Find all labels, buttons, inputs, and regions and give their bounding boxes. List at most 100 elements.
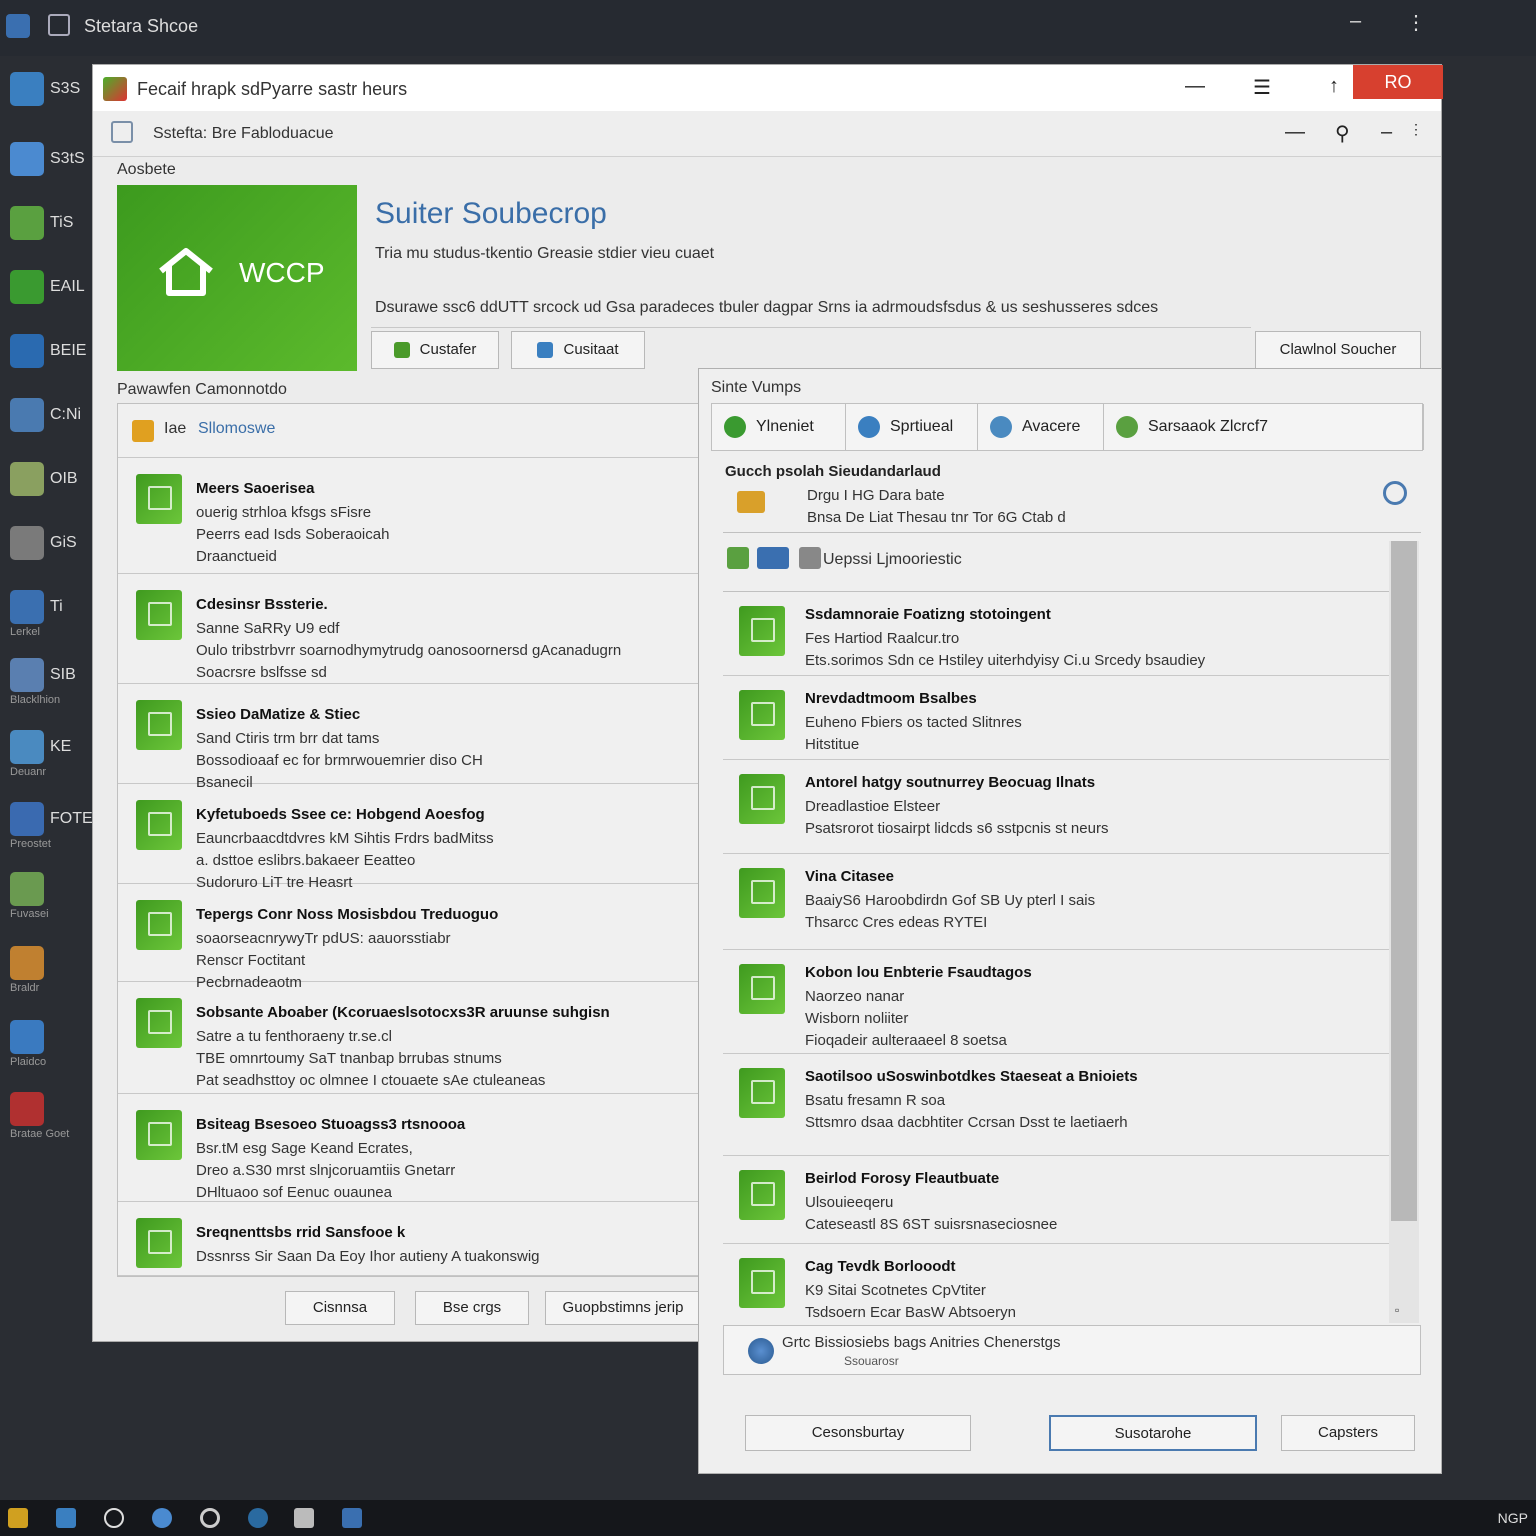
refresh-icon[interactable]	[1383, 481, 1407, 505]
list-item-line: Renscr Foctitant	[196, 952, 306, 969]
dialog-footer-button[interactable]: Susotarohe	[1049, 1415, 1257, 1451]
browser-icon[interactable]	[152, 1508, 172, 1528]
more-icon[interactable]: ⋮	[1409, 121, 1423, 138]
app-launcher-icon[interactable]	[6, 14, 30, 38]
minimize-button[interactable]: —	[1185, 75, 1205, 98]
desktop-icon-label: SIB	[50, 666, 76, 683]
status-line-1: Grtc Bissiosiebs bags Anitries Chenerstg…	[782, 1334, 1061, 1351]
desktop-icon-label: EAIL	[50, 278, 85, 295]
desktop-icon-label: C:Ni	[50, 406, 82, 423]
search-icon[interactable]: ⚲	[1335, 121, 1350, 146]
desktop-app-icon	[10, 142, 44, 176]
window-icon[interactable]	[48, 14, 70, 36]
download-button[interactable]: Clawlnol Soucher	[1255, 331, 1421, 369]
sub-toolbar-label: Sstefta: Bre Fabloduacue	[153, 125, 334, 142]
settings-icon[interactable]	[342, 1508, 362, 1528]
component-item[interactable]: Beirlod Forosy Fleautbuate Ulsouieeqeru Ca…	[723, 1156, 1389, 1244]
list-item[interactable]: Meers Saoerisea ouerig strhloa kfsgs sFis…	[118, 458, 706, 574]
component-item[interactable]: Nrevdadtmoom Bsalbes Euheno Fbiers os tac…	[723, 676, 1389, 760]
desktop-app-icon	[10, 398, 44, 432]
chrome-icon[interactable]	[200, 1508, 220, 1528]
menu-icon[interactable]: ☰	[1253, 75, 1271, 100]
component-item[interactable]: Ssdamnoraie Foatizng stotoingent Fes Hart…	[723, 592, 1389, 676]
product-subtitle: Tria mu studus-tkentio Greasie stdier vi…	[375, 245, 715, 262]
view-icon[interactable]	[757, 547, 789, 569]
customize-button[interactable]: Custafer	[371, 331, 499, 369]
list-item[interactable]: Sobsante Aboaber (Kcoruaeslsotocxs3R aru…	[118, 982, 706, 1094]
desktop-icon[interactable]: Plaidco	[4, 1014, 90, 1070]
dialog-footer-button[interactable]: Capsters	[1281, 1415, 1415, 1451]
filter-icon[interactable]	[727, 547, 749, 569]
globe-taskbar-icon[interactable]	[248, 1508, 268, 1528]
list-item-line: Soacrsre bslfsse sd	[196, 664, 327, 681]
desktop-icon-sublabel: Fuvasei	[10, 908, 49, 920]
desktop-icon[interactable]: Bratae Goet	[4, 1086, 90, 1142]
notes-icon[interactable]	[294, 1508, 314, 1528]
desktop-icon-sublabel: Braldr	[10, 982, 40, 994]
desktop-icon-label: GiS	[50, 534, 77, 551]
tab[interactable]: Avacere	[978, 404, 1104, 450]
minus-icon[interactable]: –	[1381, 121, 1392, 144]
files-icon[interactable]	[56, 1508, 76, 1528]
package-icon	[136, 800, 182, 850]
list-item-title: Sreqnenttsbs rrid Sansfooe k	[196, 1224, 406, 1241]
package-icon	[136, 1218, 182, 1268]
tab[interactable]: Sprtiueal	[846, 404, 978, 450]
tab-label: Sarsaaok Zlcrcf7	[1148, 418, 1269, 435]
desktop-icon[interactable]: Braldr	[4, 940, 90, 996]
list-item[interactable]: Sreqnenttsbs rrid Sansfooe k Dssnrss Sir …	[118, 1202, 706, 1276]
list-item[interactable]: Cdesinsr Bssterie. Sanne SaRRy U9 edf Oulo…	[118, 574, 706, 684]
scroll-down-icon[interactable]: ▫	[1395, 1303, 1399, 1317]
component-line: Naorzeo nanar	[805, 988, 905, 1005]
config-label: Cusitaat	[563, 341, 619, 358]
scrollbar[interactable]: ▫	[1389, 541, 1419, 1323]
component-item[interactable]: Antorel hatgy soutnurrey Beocuag Ilnats D…	[723, 760, 1389, 854]
sub-toolbar: Sstefta: Bre Fabloduacue — ⚲ – ⋮	[93, 111, 1441, 157]
desktop-icon[interactable]: FOTE Preostet	[4, 796, 93, 852]
tab[interactable]: Sarsaaok Zlcrcf7	[1104, 404, 1424, 450]
desktop-icon[interactable]: Ti Lerkel	[4, 584, 90, 640]
list-header-b[interactable]: Sllomoswe	[198, 420, 275, 438]
component-item[interactable]: Vina Citasee BaaiyS6 Haroobdirdn Gof SB U…	[723, 854, 1389, 950]
tab[interactable]: Ylneniet	[712, 404, 846, 450]
list-item[interactable]: Bsiteag Bsesoeo Stuoagss3 rtsnoooa Bsr.tM…	[118, 1094, 706, 1202]
desktop-icon[interactable]: BEIE	[4, 328, 90, 384]
desktop-icon[interactable]: Fuvasei	[4, 866, 90, 922]
desktop-icon[interactable]: OIB	[4, 456, 90, 512]
close-button[interactable]: RO	[1353, 65, 1443, 99]
component-line: Hitstitue	[805, 736, 860, 753]
sort-icon[interactable]	[799, 547, 821, 569]
component-item[interactable]: Kobon lou Enbterie Fsaudtagos Naorzeo nan…	[723, 950, 1389, 1054]
desktop-topbar: Stetara Shcoe – ⋮	[0, 0, 1536, 56]
desktop-icon[interactable]: GiS	[4, 520, 90, 576]
list-item[interactable]: Kyfetuboeds Ssee ce: Hobgend Aoesfog Eaun…	[118, 784, 706, 891]
dialog-footer-button[interactable]: Cesonsburtay	[745, 1415, 971, 1451]
scrollbar-thumb[interactable]	[1391, 541, 1417, 1221]
desktop-icon[interactable]: S3tS	[4, 136, 90, 192]
footer-button[interactable]: Cisnnsa	[285, 1291, 395, 1325]
desktop-icon[interactable]: SIB Blacklhion	[4, 652, 90, 708]
desktop-icon[interactable]: S3S	[4, 66, 90, 122]
config-button[interactable]: Cusitaat	[511, 331, 645, 369]
desktop-icon-label: S3S	[50, 80, 81, 97]
desktop-icon[interactable]: TiS	[4, 200, 90, 256]
start-icon[interactable]	[8, 1508, 28, 1528]
collapse-icon[interactable]: —	[1285, 121, 1305, 144]
search-taskbar-icon[interactable]	[104, 1508, 124, 1528]
footer-button[interactable]: Bse crgs	[415, 1291, 529, 1325]
list-item[interactable]: Ssieo DaMatize & Stiec Sand Ctiris trm br…	[118, 684, 706, 791]
component-item[interactable]: Cag Tevdk Borlooodt K9 Sitai Scotnetes Cp…	[723, 1244, 1389, 1325]
list-item-line: TBE omnrtoumy SaT tnanbap brrubas stnums	[196, 1050, 502, 1067]
pin-icon[interactable]: ↑	[1329, 75, 1339, 98]
package-icon	[737, 491, 765, 513]
more-vertical-icon[interactable]: ⋮	[1406, 10, 1426, 35]
desktop-icon[interactable]: EAIL	[4, 264, 90, 320]
component-item[interactable]: Saotilsoo uSoswinbotdkes Staeseat a Bnio…	[723, 1054, 1389, 1156]
list-item[interactable]: Tepergs Conr Noss Mosisbdou Treduoguo soa…	[118, 884, 706, 991]
system-tray[interactable]: NGP	[1498, 1510, 1528, 1526]
desktop-icon[interactable]: KE Deuanr	[4, 724, 90, 780]
desktop-icon[interactable]: C:Ni	[4, 392, 90, 448]
minimize-icon[interactable]: –	[1350, 10, 1361, 33]
footer-button[interactable]: Guopbstimns jerip	[545, 1291, 701, 1325]
desktop-icon-label: KE	[50, 738, 72, 755]
